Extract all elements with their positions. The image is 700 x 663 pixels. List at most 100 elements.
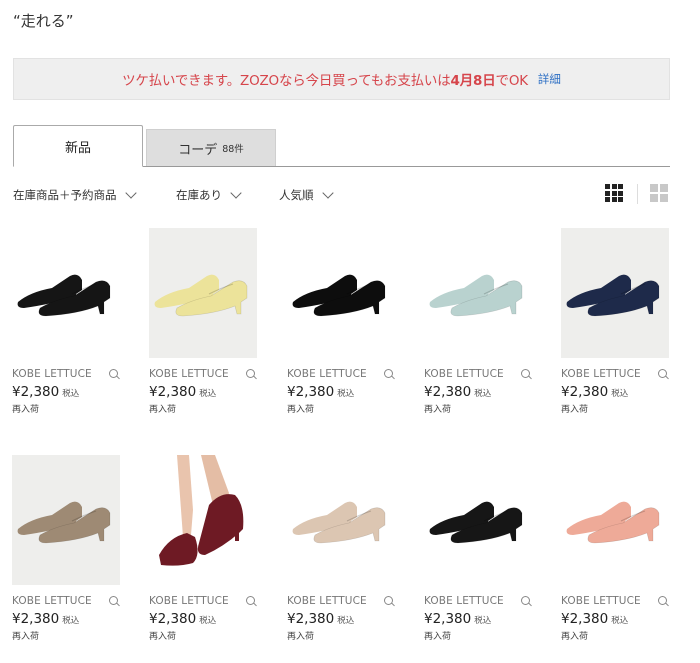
- grid-3col-icon[interactable]: [605, 184, 623, 202]
- product-image[interactable]: [561, 228, 669, 358]
- product-image-shoes: [154, 274, 248, 317]
- product-image[interactable]: [12, 228, 120, 358]
- banner-detail-link[interactable]: 詳細: [538, 71, 561, 87]
- zoom-icon[interactable]: [521, 368, 532, 380]
- chevron-down-icon: [230, 187, 242, 199]
- search-query-title: “走れる”: [13, 12, 74, 30]
- restock-label: 再入荷: [287, 405, 315, 415]
- restock-label: 再入荷: [149, 632, 177, 642]
- grid-2col-icon[interactable]: [650, 184, 668, 202]
- tab-new-items[interactable]: 新品: [13, 125, 143, 167]
- zoom-icon[interactable]: [246, 595, 257, 607]
- payment-banner[interactable]: ツケ払いできます。ZOZOなら今日買ってもお支払いは4月8日でOK 詳細: [13, 58, 670, 100]
- tax-label: 税込: [474, 616, 492, 626]
- zoom-icon[interactable]: [658, 595, 669, 607]
- restock-label: 再入荷: [424, 632, 452, 642]
- product-image-shoes: [292, 501, 386, 544]
- restock-label: 再入荷: [287, 632, 315, 642]
- product-image-shoes: [17, 274, 111, 317]
- chevron-down-icon: [124, 187, 137, 199]
- product-price: ¥2,380: [561, 384, 609, 400]
- product-image-shoes: [566, 501, 660, 544]
- product-price: ¥2,380: [149, 611, 197, 627]
- tab-label: コーデ: [178, 142, 218, 158]
- product-brand[interactable]: KOBE LETTUCE: [12, 368, 92, 380]
- restock-label: 再入荷: [561, 405, 589, 415]
- product-card[interactable]: KOBE LETTUCE ¥2,380 税込 再入荷: [12, 455, 120, 642]
- product-brand[interactable]: KOBE LETTUCE: [424, 595, 504, 607]
- product-card[interactable]: KOBE LETTUCE ¥2,380 税込 再入荷: [149, 455, 257, 642]
- product-price: ¥2,380: [149, 384, 197, 400]
- product-card[interactable]: KOBE LETTUCE ¥2,380 税込 再入荷: [561, 455, 669, 642]
- product-image-shoes: [159, 455, 244, 566]
- product-image[interactable]: [149, 228, 257, 358]
- product-brand[interactable]: KOBE LETTUCE: [424, 368, 504, 380]
- product-card[interactable]: KOBE LETTUCE ¥2,380 税込 再入荷: [561, 228, 669, 415]
- tax-label: 税込: [62, 616, 80, 626]
- zoom-icon[interactable]: [109, 368, 120, 380]
- product-price: ¥2,380: [287, 384, 335, 400]
- tab-count: 88件: [222, 144, 244, 155]
- product-image[interactable]: [149, 455, 257, 585]
- product-price: ¥2,380: [12, 611, 60, 627]
- product-image[interactable]: [287, 455, 395, 585]
- product-brand[interactable]: KOBE LETTUCE: [149, 595, 229, 607]
- product-image[interactable]: [287, 228, 395, 358]
- tax-label: 税込: [199, 616, 217, 626]
- product-card[interactable]: KOBE LETTUCE ¥2,380 税込 再入荷: [287, 228, 395, 415]
- product-brand[interactable]: KOBE LETTUCE: [287, 368, 367, 380]
- zoom-icon[interactable]: [384, 368, 395, 380]
- product-image[interactable]: [12, 455, 120, 585]
- product-image[interactable]: [561, 455, 669, 585]
- product-price: ¥2,380: [424, 611, 472, 627]
- product-brand[interactable]: KOBE LETTUCE: [287, 595, 367, 607]
- filter-sort[interactable]: 人気順: [279, 187, 334, 203]
- zoom-icon[interactable]: [658, 368, 669, 380]
- tax-label: 税込: [337, 389, 355, 399]
- restock-label: 再入荷: [561, 632, 589, 642]
- tax-label: 税込: [62, 389, 80, 399]
- product-image-shoes: [429, 501, 523, 544]
- filter-bar: 在庫商品＋予約商品 在庫あり 人気順: [13, 184, 670, 206]
- tax-label: 税込: [474, 389, 492, 399]
- product-image[interactable]: [424, 228, 532, 358]
- product-image[interactable]: [424, 455, 532, 585]
- product-image-shoes: [17, 501, 111, 544]
- tab-label: 新品: [64, 140, 91, 156]
- product-card[interactable]: KOBE LETTUCE ¥2,380 税込 再入荷: [287, 455, 395, 642]
- product-card[interactable]: KOBE LETTUCE ¥2,380 税込 再入荷: [424, 455, 532, 642]
- restock-label: 再入荷: [12, 405, 40, 415]
- zoom-icon[interactable]: [521, 595, 532, 607]
- product-image-shoes: [429, 274, 523, 317]
- zoom-icon[interactable]: [246, 368, 257, 380]
- product-image-shoes: [292, 274, 386, 317]
- product-price: ¥2,380: [287, 611, 335, 627]
- product-brand[interactable]: KOBE LETTUCE: [149, 368, 229, 380]
- restock-label: 再入荷: [424, 405, 452, 415]
- product-image-shoes: [566, 274, 660, 317]
- product-brand[interactable]: KOBE LETTUCE: [12, 595, 92, 607]
- product-card[interactable]: KOBE LETTUCE ¥2,380 税込 再入荷: [424, 228, 532, 415]
- tab-bar: 新品 コーデ 88件: [13, 125, 670, 167]
- filter-availability[interactable]: 在庫あり: [176, 187, 242, 203]
- restock-label: 再入荷: [12, 632, 40, 642]
- tax-label: 税込: [611, 616, 629, 626]
- restock-label: 再入荷: [149, 405, 177, 415]
- banner-message: ツケ払いできます。ZOZOなら今日買ってもお支払いは4月8日でOK: [122, 73, 528, 89]
- filter-stock-type[interactable]: 在庫商品＋予約商品: [13, 187, 137, 203]
- product-card[interactable]: KOBE LETTUCE ¥2,380 税込 再入荷: [12, 228, 120, 415]
- product-brand[interactable]: KOBE LETTUCE: [561, 595, 641, 607]
- product-price: ¥2,380: [12, 384, 60, 400]
- product-card[interactable]: KOBE LETTUCE ¥2,380 税込 再入荷: [149, 228, 257, 415]
- tax-label: 税込: [199, 389, 217, 399]
- product-price: ¥2,380: [424, 384, 472, 400]
- tax-label: 税込: [337, 616, 355, 626]
- divider: [637, 184, 638, 204]
- zoom-icon[interactable]: [384, 595, 395, 607]
- zoom-icon[interactable]: [109, 595, 120, 607]
- tax-label: 税込: [611, 389, 629, 399]
- chevron-down-icon: [321, 187, 334, 199]
- product-brand[interactable]: KOBE LETTUCE: [561, 368, 641, 380]
- tab-coordinate[interactable]: コーデ 88件: [146, 129, 276, 166]
- product-price: ¥2,380: [561, 611, 609, 627]
